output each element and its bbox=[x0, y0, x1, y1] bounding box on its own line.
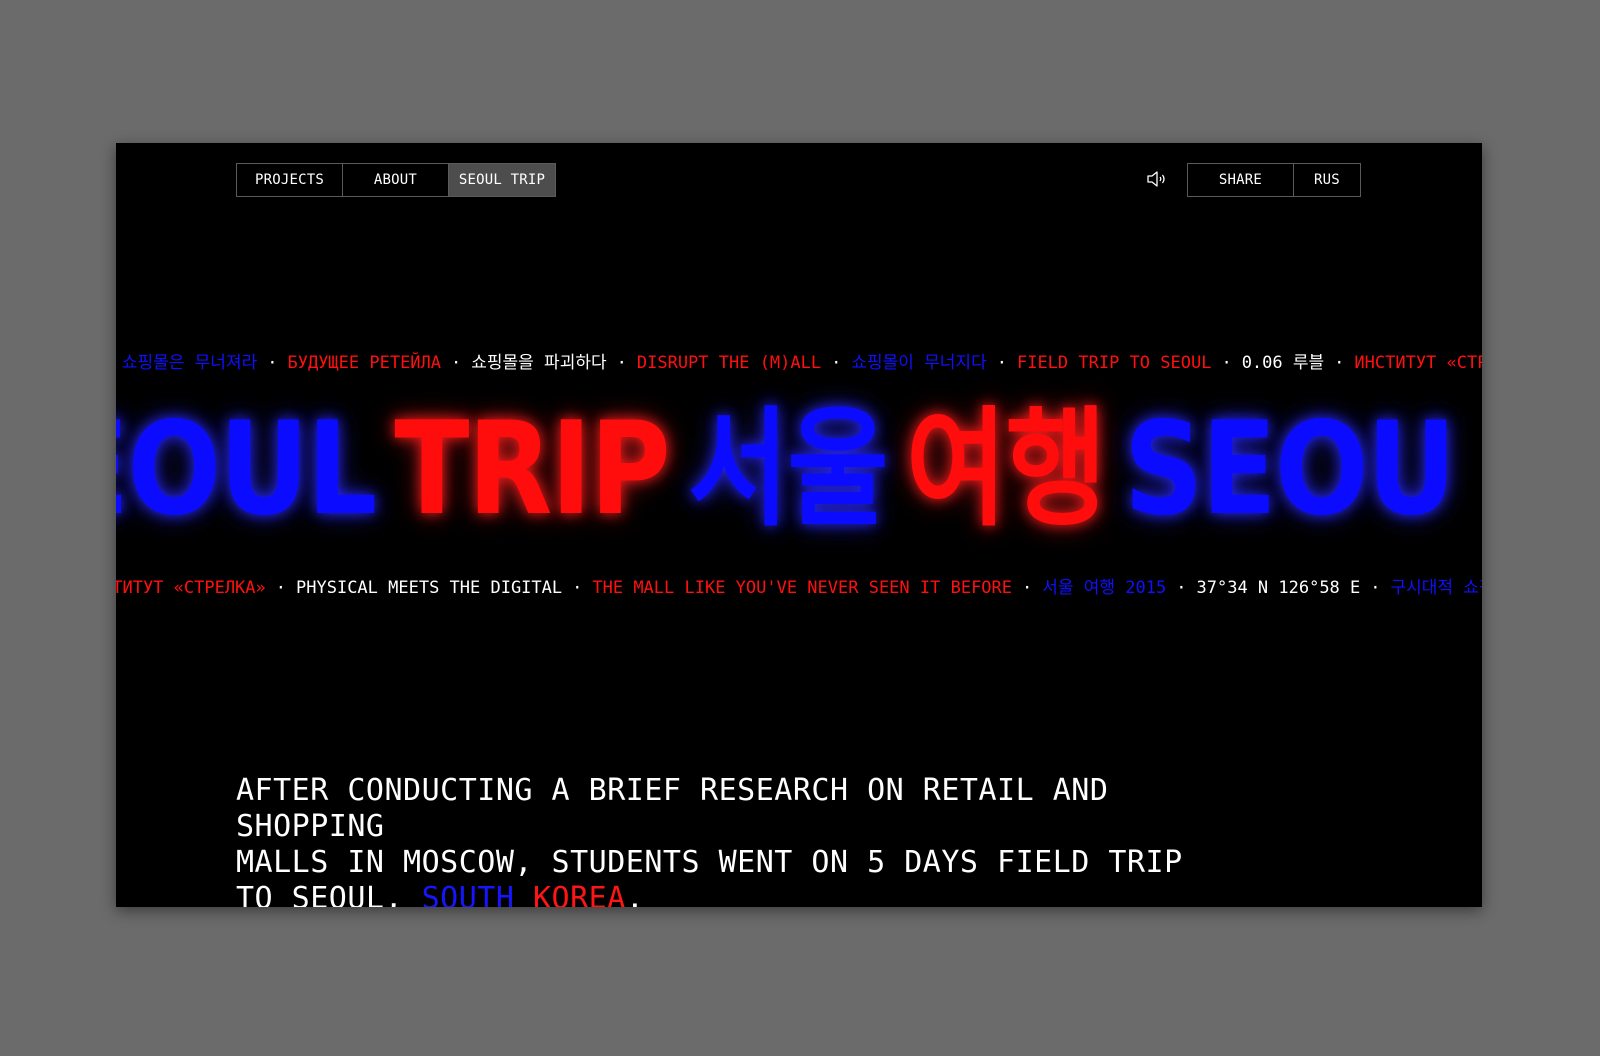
ticker-item: 서울 여행 2015 bbox=[1042, 578, 1167, 598]
ticker-item: 쇼핑몰을 파괴하다 bbox=[471, 353, 607, 373]
nav-projects[interactable]: PROJECTS bbox=[237, 164, 343, 196]
intro-line: TO SEOUL, SOUTH KOREA. bbox=[236, 881, 1236, 907]
headline-word: SEOU bbox=[1123, 395, 1456, 544]
ticker-item: DISRUPT THE (M)ALL bbox=[636, 353, 822, 373]
ticker-item: 직 쇼핑몰은 무너져라 bbox=[116, 353, 258, 373]
utility-nav: SHARE RUS bbox=[1187, 163, 1361, 197]
headline-marquee: EOULTRIP서울여행SEOU bbox=[116, 405, 1473, 535]
ticker-item: 구시대적 쇼핑몰은 bbox=[1390, 578, 1482, 598]
intro-description: AFTER CONDUCTING A BRIEF RESEARCH ON RET… bbox=[236, 773, 1236, 907]
headline-word: 여행 bbox=[905, 395, 1107, 544]
highlight-south: SOUTH bbox=[421, 881, 515, 907]
ticker-top: 직 쇼핑몰은 무너져라·БУДУЩЕЕ РЕТЕЙЛА·쇼핑몰을 파괴하다·DI… bbox=[116, 350, 1482, 376]
site-window: PROJECTS ABOUT SEOUL TRIP SHARE RUS 직 쇼핑… bbox=[116, 143, 1482, 907]
ticker-item: THE MALL LIKE YOU'VE NEVER SEEN IT BEFOR… bbox=[592, 578, 1013, 598]
intro-text: TO SEOUL, bbox=[236, 881, 422, 907]
ticker-item: 쇼핑몰이 무너지다 bbox=[851, 353, 987, 373]
ticker-item: PHYSICAL MEETS THE DIGITAL bbox=[296, 578, 563, 598]
intro-line: MALLS IN MOSCOW, STUDENTS WENT ON 5 DAYS… bbox=[236, 845, 1183, 880]
ticker-item: БУДУЩЕЕ РЕТЕЙЛА bbox=[287, 353, 442, 373]
intro-line: AFTER CONDUCTING A BRIEF RESEARCH ON RET… bbox=[236, 773, 1109, 844]
intro-period: . bbox=[625, 881, 645, 907]
ticker-item: 37°34 N 126°58 E bbox=[1196, 578, 1361, 598]
headline-word: TRIP bbox=[394, 395, 670, 544]
highlight-korea: KOREA bbox=[533, 881, 626, 907]
headline-word: EOUL bbox=[116, 395, 377, 544]
language-toggle-rus[interactable]: RUS bbox=[1294, 164, 1360, 196]
speaker-icon[interactable] bbox=[1146, 169, 1168, 189]
ticker-item: 0.06 루블 bbox=[1241, 353, 1325, 373]
nav-seoul-trip[interactable]: SEOUL TRIP bbox=[449, 164, 555, 196]
ticker-item: FIELD TRIP TO SEOUL bbox=[1016, 353, 1212, 373]
main-nav: PROJECTS ABOUT SEOUL TRIP bbox=[236, 163, 556, 197]
ticker-bottom: СТИТУТ «СТРЕЛКА» · PHYSICAL MEETS THE DIGI… bbox=[116, 575, 1482, 601]
ticker-item: ИНСТИТУТ «СТРЕЛК bbox=[1354, 353, 1482, 373]
headline-word: 서울 bbox=[687, 395, 889, 544]
share-button[interactable]: SHARE bbox=[1188, 164, 1294, 196]
nav-about[interactable]: ABOUT bbox=[343, 164, 449, 196]
ticker-item: СТИТУТ «СТРЕЛКА» bbox=[116, 578, 266, 598]
